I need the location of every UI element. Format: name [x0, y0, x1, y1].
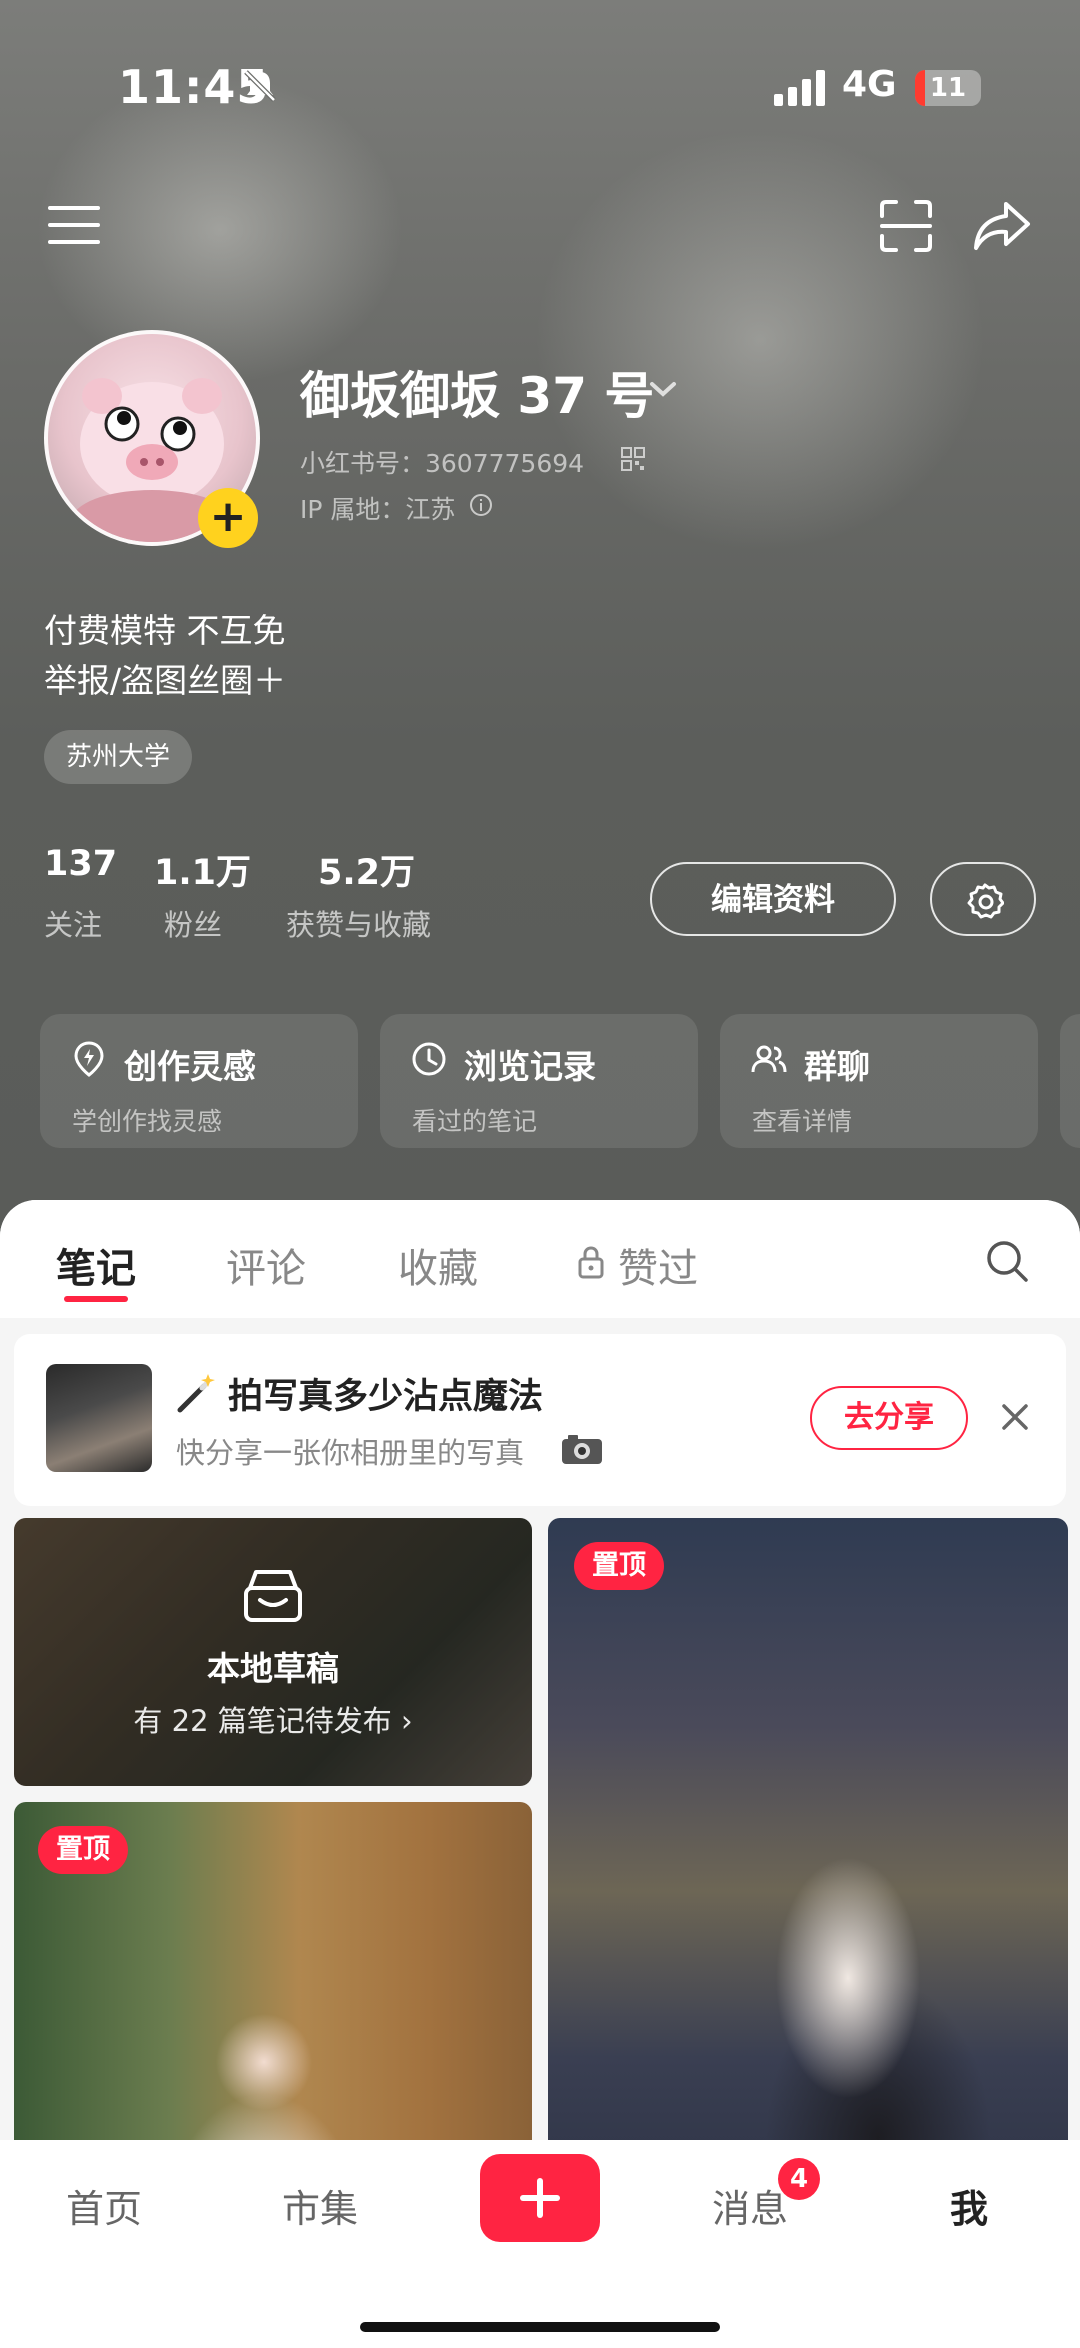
shortcut-subtitle: 查看详情 — [752, 1107, 853, 1136]
drafts-title: 本地草稿 — [207, 1649, 339, 1688]
network-type: 4G — [842, 64, 897, 105]
shortcut-overflow[interactable] — [1060, 1014, 1080, 1148]
bottom-nav: 首页 市集 消息 4 我 — [0, 2140, 1080, 2348]
battery-indicator: 11 — [915, 70, 981, 106]
tab-notes[interactable]: 笔记 — [56, 1236, 136, 1294]
nav-market[interactable]: 市集 — [282, 2178, 358, 2233]
gear-icon — [967, 883, 1004, 919]
bio-line-1: 付费模特 不互免 — [44, 611, 286, 650]
shortcut-creation-inspiration[interactable]: 创作灵感 学创作找灵感 — [40, 1014, 358, 1148]
shortcut-browse-history[interactable]: 浏览记录 看过的笔记 — [380, 1014, 698, 1148]
messages-badge: 4 — [778, 2158, 820, 2200]
tab-liked[interactable]: 赞过 — [618, 1236, 698, 1294]
profile-screen: 11:45 4G 11 + 御坂御坂 37 号 小红书号：3607775694 … — [0, 0, 1080, 2348]
scan-icon[interactable] — [876, 196, 936, 256]
tab-collections[interactable]: 收藏 — [398, 1236, 478, 1294]
pinned-badge: 置顶 — [574, 1542, 664, 1590]
followers-count[interactable]: 1.1万 — [154, 844, 251, 895]
likes-count[interactable]: 5.2万 — [318, 844, 415, 895]
lightbulb-pin-icon — [74, 1041, 104, 1077]
home-indicator — [360, 2322, 720, 2332]
plus-icon — [520, 2178, 560, 2218]
following-count[interactable]: 137 — [44, 844, 117, 884]
share-photo-promo[interactable]: 拍写真多少沾点魔法 快分享一张你相册里的写真 去分享 — [14, 1334, 1066, 1506]
share-now-button[interactable]: 去分享 — [810, 1386, 968, 1450]
search-icon[interactable] — [984, 1238, 1030, 1284]
pinned-badge: 置顶 — [38, 1826, 128, 1874]
menu-icon[interactable] — [44, 200, 104, 250]
shortcut-title: 浏览记录 — [464, 1047, 596, 1086]
tab-comments[interactable]: 评论 — [226, 1236, 306, 1294]
local-drafts-card[interactable]: 本地草稿 有 22 篇笔记待发布 › — [14, 1518, 532, 1786]
info-icon[interactable] — [468, 492, 494, 518]
clock-icon — [412, 1042, 446, 1076]
following-label[interactable]: 关注 — [44, 902, 102, 944]
create-post-button[interactable] — [480, 2154, 600, 2242]
username[interactable]: 御坂御坂 37 号 — [300, 356, 654, 428]
magic-wand-icon — [177, 1374, 215, 1413]
nav-home[interactable]: 首页 — [66, 2178, 142, 2233]
chevron-down-icon[interactable] — [646, 376, 680, 402]
account-id: 小红书号：3607775694 — [300, 449, 585, 478]
shortcut-title: 创作灵感 — [124, 1047, 256, 1086]
shortcut-group-chat[interactable]: 群聊 查看详情 — [720, 1014, 1038, 1148]
battery-level: 11 — [929, 73, 967, 103]
drafts-subtitle: 有 22 篇笔记待发布 › — [133, 1704, 413, 1738]
avatar-add-button[interactable]: + — [198, 488, 258, 548]
qr-code-icon[interactable] — [620, 446, 646, 472]
share-icon[interactable] — [970, 196, 1034, 256]
close-icon[interactable] — [998, 1400, 1032, 1434]
ip-location: IP 属地：江苏 — [300, 495, 456, 524]
promo-title: 拍写真多少沾点魔法 — [228, 1377, 544, 1417]
profile-tabs: 笔记 评论 收藏 赞过 — [0, 1200, 1080, 1318]
nav-me[interactable]: 我 — [950, 2178, 988, 2233]
shortcut-title: 群聊 — [804, 1047, 870, 1086]
settings-button[interactable] — [930, 862, 1036, 936]
followers-label[interactable]: 粉丝 — [164, 902, 222, 944]
edit-profile-button[interactable]: 编辑资料 — [650, 862, 896, 936]
lock-icon — [578, 1246, 604, 1279]
school-tag[interactable]: 苏州大学 — [44, 730, 193, 784]
group-icon — [751, 1045, 787, 1073]
shortcut-subtitle: 学创作找灵感 — [72, 1107, 223, 1136]
nav-messages[interactable]: 消息 — [712, 2178, 788, 2233]
bio-line-2: 举报/盗图丝圈＋ — [44, 661, 287, 700]
active-tab-indicator — [64, 1296, 128, 1302]
promo-thumbnail — [46, 1364, 152, 1472]
likes-label[interactable]: 获赞与收藏 — [286, 902, 431, 944]
signal-icon — [774, 70, 825, 106]
shortcut-subtitle: 看过的笔记 — [412, 1107, 538, 1136]
camera-icon — [562, 1435, 602, 1464]
muted-bell-icon — [244, 70, 276, 102]
promo-subtitle: 快分享一张你相册里的写真 — [176, 1436, 525, 1470]
drafts-box-icon — [244, 1570, 302, 1622]
